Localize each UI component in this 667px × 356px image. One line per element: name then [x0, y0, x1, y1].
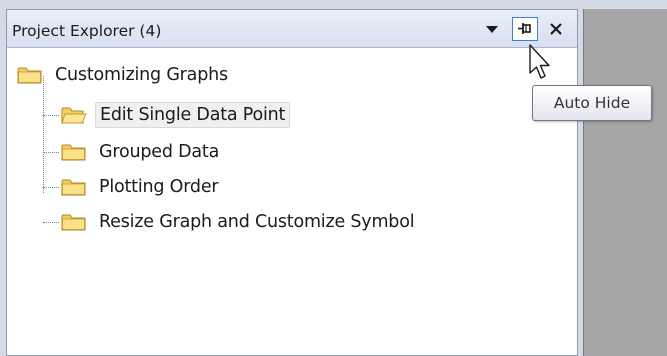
- project-explorer-panel: Project Explorer (4) Customizing Graphs …: [6, 9, 578, 356]
- tree-item-label: Resize Graph and Customize Symbol: [99, 212, 415, 232]
- auto-hide-tooltip: Auto Hide: [532, 85, 652, 121]
- tree-item-customizing-graphs[interactable]: Customizing Graphs: [17, 60, 232, 90]
- tree-item-edit-single-data-point[interactable]: Edit Single Data Point: [61, 100, 291, 130]
- tree-connector-branch: [43, 152, 59, 153]
- folder-open-icon: [61, 107, 87, 124]
- tree-connector-branch: [43, 187, 59, 188]
- dropdown-button[interactable]: [481, 17, 503, 41]
- tree-item-grouped-data[interactable]: Grouped Data: [61, 137, 223, 167]
- tree-connector-branch: [43, 222, 59, 223]
- auto-hide-button[interactable]: [512, 17, 538, 41]
- tree-item-label: Grouped Data: [99, 142, 220, 162]
- close-x-icon: [550, 23, 562, 35]
- tree-connector-line: [43, 76, 44, 193]
- tree-connector-branch: [43, 115, 59, 116]
- folder-closed-icon: [17, 67, 42, 84]
- close-button[interactable]: [545, 17, 567, 41]
- panel-titlebar: Project Explorer (4): [7, 10, 577, 48]
- tree-item-label: Plotting Order: [99, 177, 219, 197]
- folder-closed-icon: [61, 179, 86, 196]
- folder-closed-icon: [61, 144, 86, 161]
- panel-title: Project Explorer (4): [12, 22, 162, 40]
- workspace-background: [583, 9, 667, 356]
- mouse-pointer-icon: [529, 44, 550, 79]
- tree-item-label: Edit Single Data Point: [95, 102, 291, 128]
- folder-closed-icon: [61, 214, 86, 231]
- dropdown-triangle-icon: [486, 26, 498, 33]
- auto-hide-pin-icon: [518, 23, 531, 34]
- tree-item-label: Customizing Graphs: [55, 65, 228, 85]
- tree-item-plotting-order[interactable]: Plotting Order: [61, 172, 222, 202]
- tree-item-resize-graph[interactable]: Resize Graph and Customize Symbol: [61, 207, 418, 237]
